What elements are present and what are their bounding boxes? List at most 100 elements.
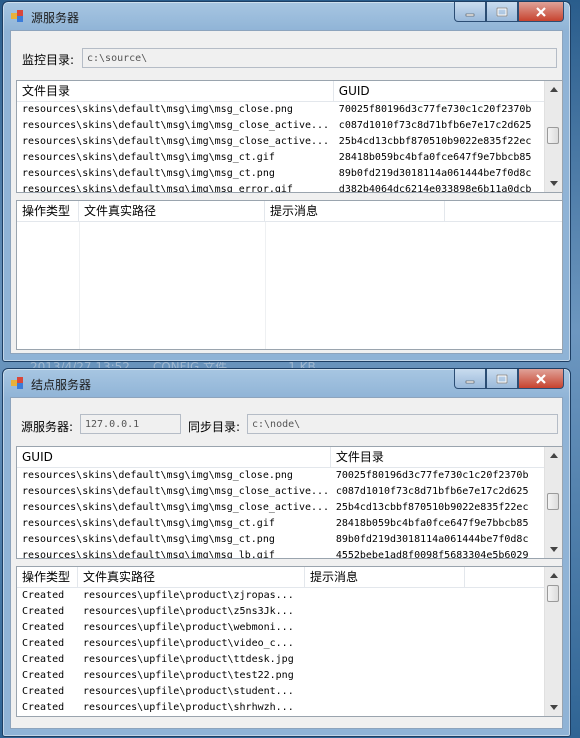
table-row[interactable]: resources\skins\default\msg\img\msg_ct.p… <box>17 532 545 548</box>
table-cell: resources\upfile\product\z5ns3Jk... <box>83 606 294 617</box>
table-row[interactable]: resources\skins\default\msg\img\msg_ct.p… <box>17 166 545 182</box>
table-row[interactable]: resources\skins\default\msg\img\msg_ct.g… <box>17 150 545 166</box>
table-cell: resources\skins\default\msg\img\msg_lb.g… <box>22 550 275 558</box>
table-cell: resources\skins\default\msg\img\msg_ct.g… <box>22 152 275 163</box>
vertical-scrollbar[interactable] <box>544 447 562 558</box>
table-cell: Created <box>22 590 65 601</box>
list-rows: Created resources\upfile\product\zjropas.… <box>17 588 545 716</box>
minimize-button[interactable] <box>454 2 486 22</box>
table-row[interactable]: Created resources\upfile\product\webmoni.… <box>17 620 545 636</box>
list-rows: resources\skins\default\msg\img\msg_clos… <box>17 468 545 558</box>
table-cell: resources\upfile\product\test22.png <box>83 670 294 681</box>
list-header: 操作类型 文件真实路径 提示消息 <box>17 201 562 222</box>
source-log-list[interactable]: 操作类型 文件真实路径 提示消息 <box>16 200 563 350</box>
table-cell: resources\skins\default\msg\img\msg_ct.p… <box>22 168 275 179</box>
column-header-message[interactable]: 提示消息 <box>265 201 445 221</box>
table-row[interactable]: Created resources\upfile\product\z5ns3Jk.… <box>17 604 545 620</box>
table-row[interactable]: Created resources\upfile\product\student.… <box>17 684 545 700</box>
minimize-icon <box>465 13 475 16</box>
table-cell: Created <box>22 702 65 713</box>
table-row[interactable]: resources\skins\default\msg\img\msg_clos… <box>17 500 545 516</box>
close-button[interactable] <box>518 369 564 389</box>
close-icon <box>536 6 546 17</box>
source-server-field[interactable]: 127.0.0.1 <box>80 414 181 434</box>
node-files-list[interactable]: GUID 文件目录 resources\skins\default\msg\im… <box>16 446 563 559</box>
app-icon <box>11 10 23 22</box>
scrollbar-thumb[interactable] <box>547 493 559 510</box>
maximize-icon <box>496 7 508 16</box>
table-cell: Created <box>22 686 65 697</box>
table-row[interactable]: Created resources\upfile\product\test22.p… <box>17 668 545 684</box>
table-cell: 70025f80196d3c77fe730c1c20f2370b <box>338 104 532 115</box>
source-server-window: 源服务器 监控目录: c:\source\ 文件目录 GUID resource… <box>2 1 571 362</box>
table-cell: resources\upfile\product\ttdesk.jpg <box>83 654 294 665</box>
column-header-file-dir[interactable]: 文件目录 <box>17 81 334 101</box>
scroll-down-arrow-icon[interactable] <box>545 541 562 558</box>
close-button[interactable] <box>518 2 564 22</box>
table-cell <box>305 652 465 668</box>
table-row[interactable]: resources\skins\default\msg\img\msg_clos… <box>17 468 545 484</box>
monitor-dir-label: 监控目录: <box>22 53 75 67</box>
table-row[interactable]: resources\skins\default\msg\img\msg_clos… <box>17 118 545 134</box>
maximize-button[interactable] <box>486 2 518 22</box>
minimize-button[interactable] <box>454 369 486 389</box>
source-files-list[interactable]: 文件目录 GUID resources\skins\default\msg\im… <box>16 80 563 193</box>
column-header-real-path[interactable]: 文件真实路径 <box>78 567 305 587</box>
column-header-op-type[interactable]: 操作类型 <box>17 201 79 221</box>
table-cell: Created <box>22 622 65 633</box>
column-header-message[interactable]: 提示消息 <box>305 567 465 587</box>
node-client-area: 源服务器: 127.0.0.1 同步目录: c:\node\ GUID 文件目录… <box>10 397 563 729</box>
table-row[interactable]: Created resources\upfile\product\video_c.… <box>17 636 545 652</box>
table-cell: 89b0fd219d3018114a061444be7f0d8c <box>338 168 532 179</box>
table-cell: resources\skins\default\msg\img\msg_ct.g… <box>22 518 275 529</box>
table-row[interactable]: resources\skins\default\msg\img\msg_clos… <box>17 134 545 150</box>
list-header: 操作类型 文件真实路径 提示消息 <box>17 567 545 588</box>
scroll-down-arrow-icon[interactable] <box>545 175 562 192</box>
table-row[interactable]: Created resources\upfile\product\ttdesk.j… <box>17 652 545 668</box>
scroll-up-arrow-icon[interactable] <box>545 567 562 584</box>
table-cell: c087d1010f73c8d71bfb6e7e17c2d625 <box>335 486 529 497</box>
table-row[interactable]: resources\skins\default\msg\img\msg_erro… <box>17 182 545 192</box>
window-title: 源服务器 <box>31 11 80 25</box>
column-header-op-type[interactable]: 操作类型 <box>17 567 78 587</box>
column-header-file-dir[interactable]: 文件目录 <box>331 447 545 467</box>
table-cell: resources\upfile\product\webmoni... <box>83 622 294 633</box>
grid-line <box>265 222 266 349</box>
source-client-area: 监控目录: c:\source\ 文件目录 GUID resources\ski… <box>10 30 563 354</box>
scrollbar-thumb[interactable] <box>547 127 559 144</box>
title-bar[interactable]: 结点服务器 <box>3 369 570 397</box>
table-row[interactable]: resources\skins\default\msg\img\msg_ct.g… <box>17 516 545 532</box>
sync-dir-field[interactable]: c:\node\ <box>247 414 558 434</box>
column-header-real-path[interactable]: 文件真实路径 <box>79 201 265 221</box>
table-cell: 89b0fd219d3018114a061444be7f0d8c <box>335 534 529 545</box>
column-header-guid[interactable]: GUID <box>334 81 545 101</box>
table-cell: 70025f80196d3c77fe730c1c20f2370b <box>335 470 529 481</box>
table-cell <box>305 636 465 652</box>
scrollbar-thumb[interactable] <box>547 585 559 602</box>
maximize-icon <box>496 374 508 383</box>
table-row[interactable]: Created resources\upfile\product\zjropas.… <box>17 588 545 604</box>
scroll-up-arrow-icon[interactable] <box>545 447 562 464</box>
column-header-guid[interactable]: GUID <box>17 447 331 467</box>
scroll-up-arrow-icon[interactable] <box>545 81 562 98</box>
sync-dir-label: 同步目录: <box>188 420 241 434</box>
table-cell: resources\upfile\product\shrhwzh... <box>83 702 294 713</box>
node-server-window: 结点服务器 源服务器: 127.0.0.1 同步目录: c:\node\ GUI… <box>2 368 571 737</box>
table-row[interactable]: resources\skins\default\msg\img\msg_clos… <box>17 102 545 118</box>
node-log-list[interactable]: 操作类型 文件真实路径 提示消息 Created resources\upfile… <box>16 566 563 717</box>
scroll-down-arrow-icon[interactable] <box>545 699 562 716</box>
table-row[interactable]: Created resources\upfile\product\shrhwzh.… <box>17 700 545 716</box>
list-rows: resources\skins\default\msg\img\msg_clos… <box>17 102 545 192</box>
table-row[interactable]: resources\skins\default\msg\img\msg_lb.g… <box>17 548 545 558</box>
vertical-scrollbar[interactable] <box>544 567 562 716</box>
maximize-button[interactable] <box>486 369 518 389</box>
table-cell: 25b4cd13cbbf870510b9022e835f22ec <box>338 136 532 147</box>
table-row[interactable]: resources\skins\default\msg\img\msg_clos… <box>17 484 545 500</box>
table-cell <box>305 620 465 636</box>
grid-line <box>79 222 80 349</box>
title-bar[interactable]: 源服务器 <box>3 2 570 30</box>
vertical-scrollbar[interactable] <box>544 81 562 192</box>
monitor-dir-field[interactable]: c:\source\ <box>82 48 557 68</box>
table-cell: c087d1010f73c8d71bfb6e7e17c2d625 <box>338 120 532 131</box>
table-cell: resources\skins\default\msg\img\msg_clos… <box>22 502 330 513</box>
